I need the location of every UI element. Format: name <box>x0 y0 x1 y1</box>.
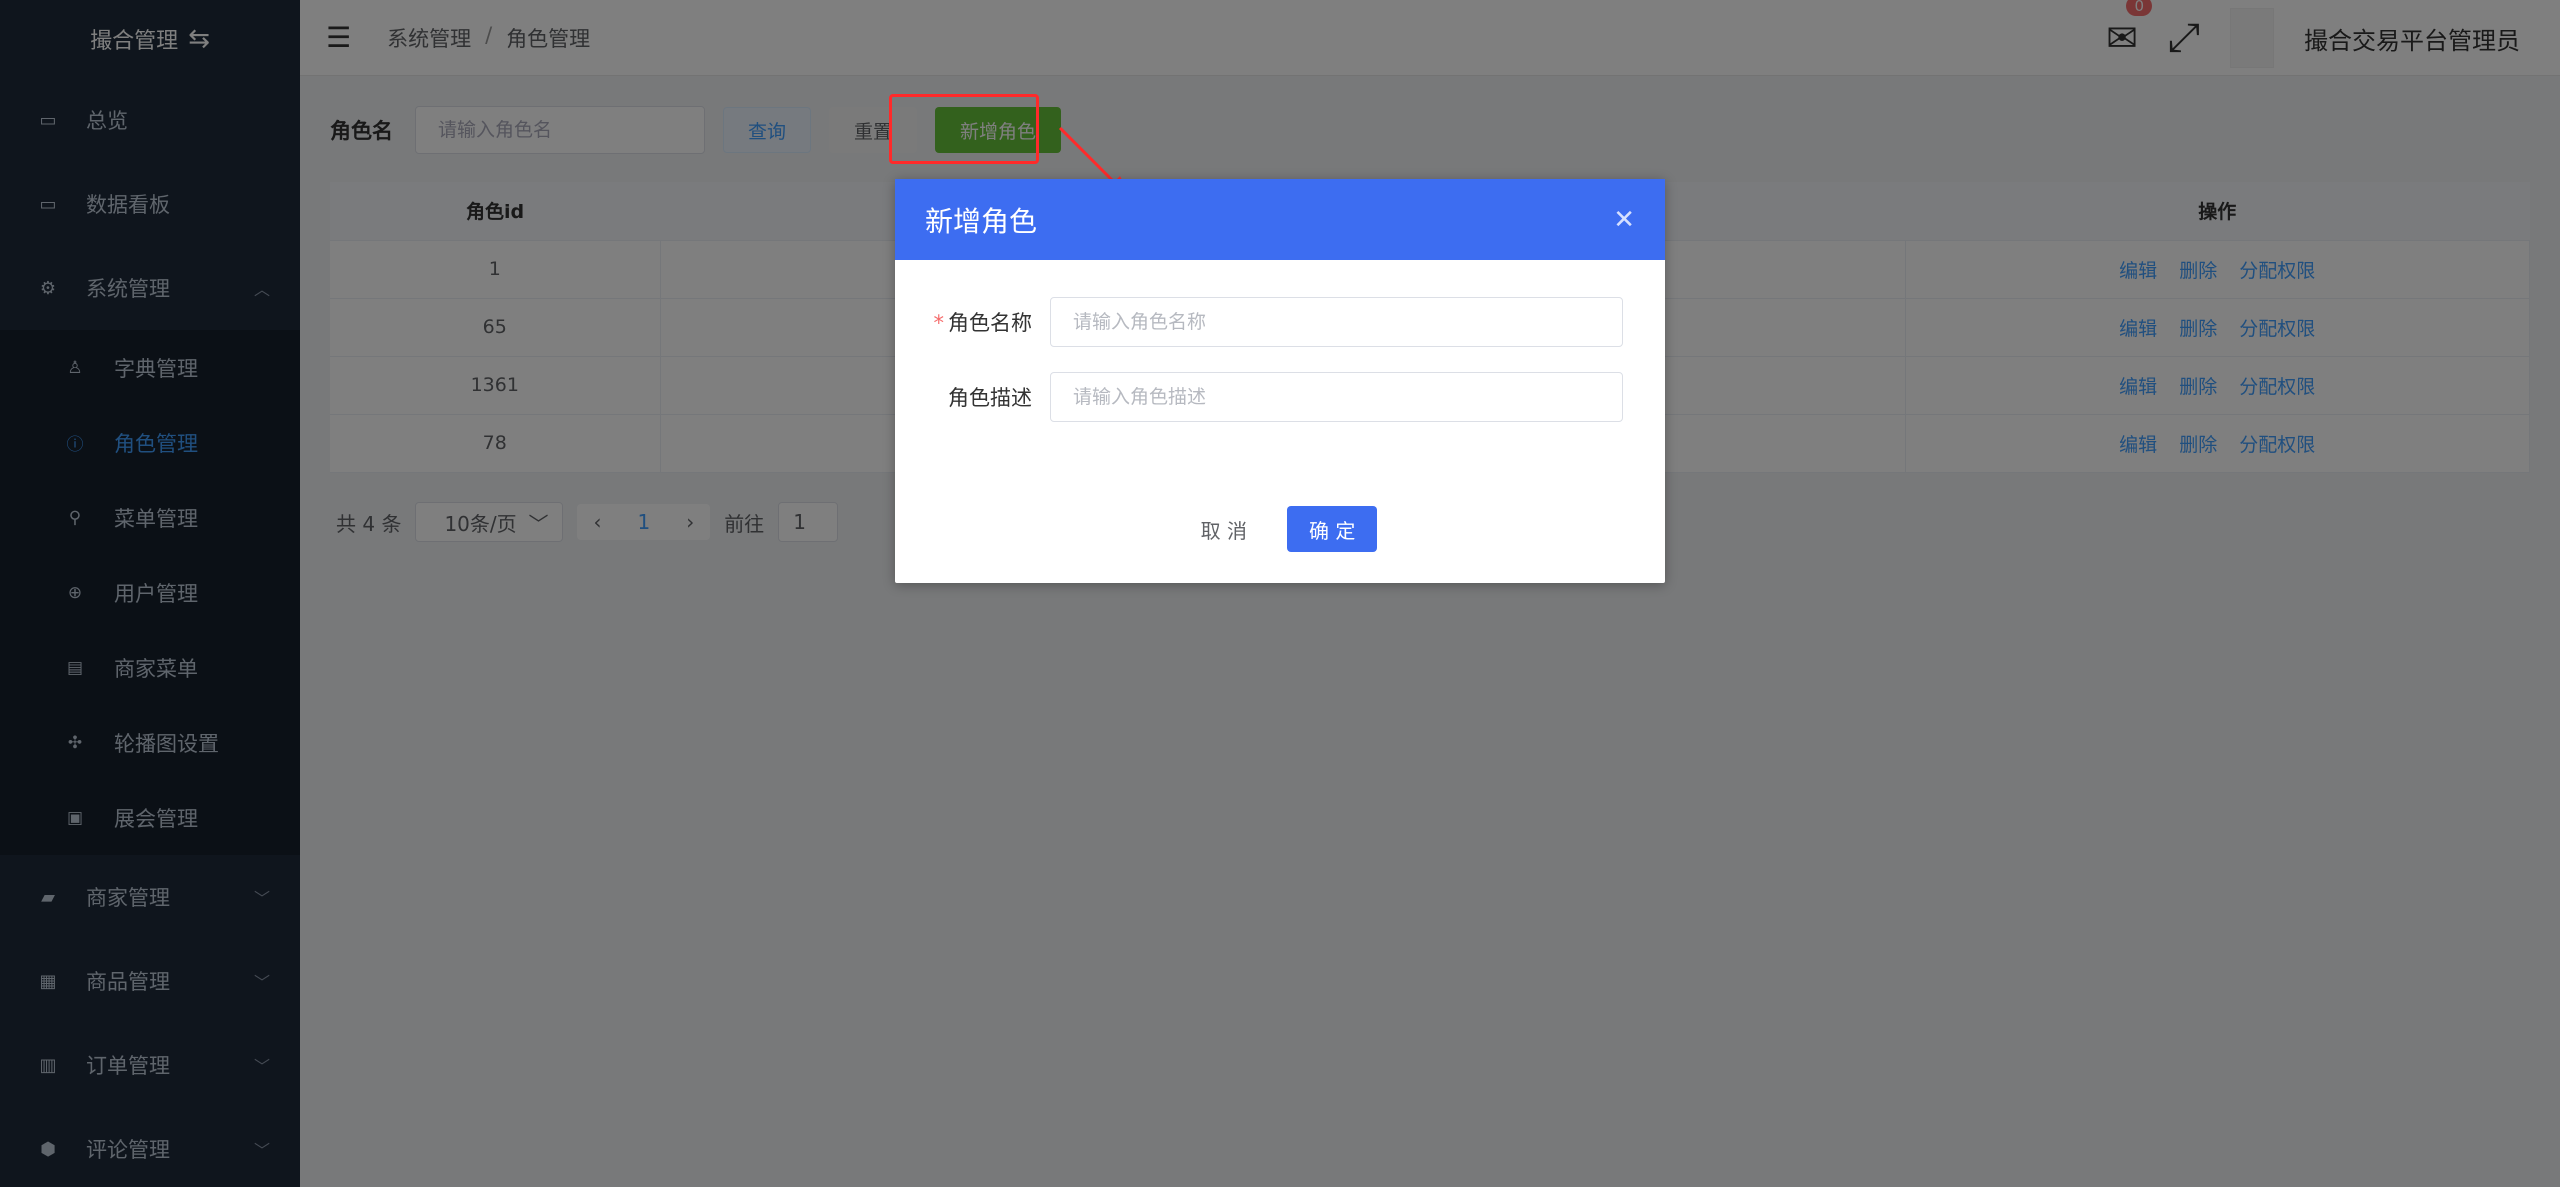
required-mark: * <box>933 311 945 335</box>
dialog-header: 新增角色 ✕ <box>895 179 1665 260</box>
role-desc-label: 角色描述 <box>948 386 1032 410</box>
role-name-label-text: 角色名称 <box>948 311 1032 335</box>
add-role-dialog: 新增角色 ✕ *角色名称 角色描述 取 消 确 定 <box>895 179 1665 583</box>
role-name-label: * 角色名称 <box>895 307 1050 337</box>
role-desc-input[interactable] <box>1050 372 1623 422</box>
close-icon[interactable]: ✕ <box>1613 205 1635 235</box>
dialog-title: 新增角色 <box>925 204 1038 238</box>
annotation-highlight-box <box>889 94 1039 164</box>
dialog-footer: 取 消 确 定 <box>895 506 1665 552</box>
cancel-button[interactable]: 取 消 <box>1182 506 1265 552</box>
form-row-desc: 角色描述 <box>895 372 1623 422</box>
form-row-name: * 角色名称 <box>895 297 1623 347</box>
confirm-button[interactable]: 确 定 <box>1287 506 1378 552</box>
role-name-input[interactable] <box>1050 297 1623 347</box>
